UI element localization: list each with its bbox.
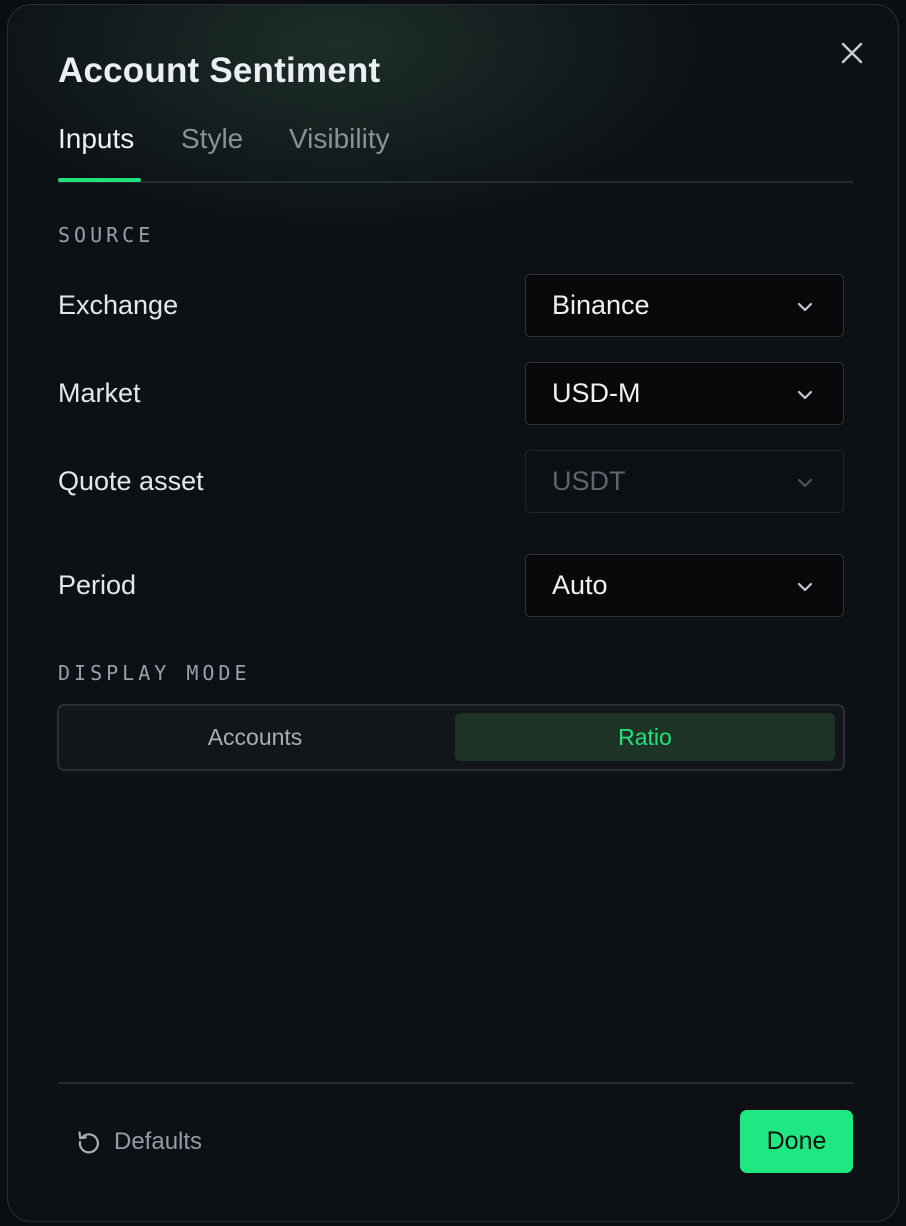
market-select[interactable]: USD-M xyxy=(525,362,844,425)
settings-dialog: Account Sentiment Inputs Style Visibilit… xyxy=(7,4,899,1222)
done-button[interactable]: Done xyxy=(740,1110,853,1173)
chevron-down-icon xyxy=(797,302,813,312)
segment-ratio[interactable]: Ratio xyxy=(455,713,835,761)
market-value: USD-M xyxy=(552,378,641,408)
period-select[interactable]: Auto xyxy=(525,554,844,617)
exchange-value: Binance xyxy=(552,290,650,320)
display-mode-section-label: DISPLAY MODE xyxy=(58,661,251,685)
chevron-down-icon xyxy=(797,478,813,488)
tab-style-label: Style xyxy=(181,123,244,154)
quote-asset-label: Quote asset xyxy=(58,466,204,496)
display-mode-toggle: Accounts Ratio xyxy=(57,704,845,771)
tab-bar: Inputs Style Visibility xyxy=(58,123,853,183)
defaults-button[interactable]: Defaults xyxy=(76,1126,202,1158)
exchange-select[interactable]: Binance xyxy=(525,274,844,337)
quote-asset-value: USDT xyxy=(552,466,626,496)
chevron-down-icon xyxy=(797,582,813,592)
source-section-label: SOURCE xyxy=(58,223,155,247)
active-tab-indicator xyxy=(58,178,141,182)
market-label: Market xyxy=(58,378,141,408)
tab-visibility[interactable]: Visibility xyxy=(289,123,390,179)
tab-inputs[interactable]: Inputs xyxy=(58,123,141,182)
chevron-down-icon xyxy=(797,390,813,400)
tab-inputs-label: Inputs xyxy=(58,123,135,154)
exchange-label: Exchange xyxy=(58,290,179,320)
segment-accounts[interactable]: Accounts xyxy=(65,713,445,761)
defaults-label: Defaults xyxy=(114,1128,203,1155)
tab-visibility-label: Visibility xyxy=(289,123,390,154)
footer-divider xyxy=(58,1082,853,1084)
dialog-title: Account Sentiment xyxy=(58,51,381,90)
period-label: Period xyxy=(58,570,137,600)
reset-icon xyxy=(78,1131,99,1154)
close-button[interactable] xyxy=(834,35,870,71)
tab-style[interactable]: Style xyxy=(181,123,243,179)
period-value: Auto xyxy=(552,570,608,600)
close-icon xyxy=(841,42,863,64)
quote-asset-select: USDT xyxy=(525,450,844,513)
